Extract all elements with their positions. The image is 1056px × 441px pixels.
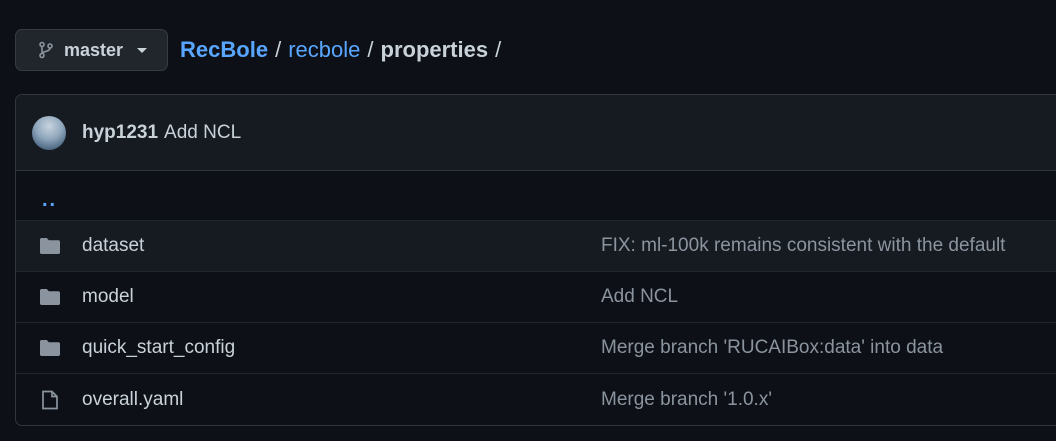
file-name-link[interactable]: quick_start_config [82,337,235,359]
git-branch-icon [38,41,54,59]
parent-directory-link[interactable]: .. [42,189,57,212]
folder-icon [38,234,62,258]
folder-icon [38,285,62,309]
table-row[interactable]: quick_start_config Merge branch 'RUCAIBo… [16,323,1056,374]
breadcrumb-separator: / [495,37,502,62]
chevron-down-icon [137,47,148,53]
file-name-link[interactable]: dataset [82,235,144,257]
commit-message-link[interactable]: Add NCL [164,122,241,144]
table-row[interactable]: model Add NCL [16,272,1056,323]
table-row[interactable]: dataset FIX: ml-100k remains consistent … [16,221,1056,272]
file-name-link[interactable]: overall.yaml [82,389,183,411]
commit-message-link[interactable]: Add NCL [601,286,678,308]
breadcrumb-separator: / [367,37,374,62]
breadcrumb-repo-link[interactable]: RecBole [180,37,268,63]
branch-selector-button[interactable]: master [15,29,169,71]
breadcrumb-folder-link[interactable]: recbole [288,37,360,63]
breadcrumb-current: properties [380,37,489,62]
breadcrumb: RecBole / recbole / properties / [180,37,508,63]
toolbar: master RecBole / recbole / properties / [15,28,508,72]
table-row[interactable]: overall.yaml Merge branch '1.0.x' [16,374,1056,425]
commit-author-link[interactable]: hyp1231 [82,122,158,144]
latest-commit-bar: hyp1231 Add NCL [16,95,1056,171]
file-browser: hyp1231 Add NCL .. dataset FIX: ml-100k … [15,94,1056,426]
commit-message-link[interactable]: FIX: ml-100k remains consistent with the… [601,235,1005,257]
file-icon [38,388,62,412]
branch-name: master [64,39,124,60]
file-name-link[interactable]: model [82,286,134,308]
avatar[interactable] [32,115,66,150]
parent-directory-row: .. [16,171,1056,221]
commit-message-link[interactable]: Merge branch 'RUCAIBox:data' into data [601,337,943,359]
breadcrumb-separator: / [275,37,282,62]
folder-icon [38,336,62,360]
commit-message-link[interactable]: Merge branch '1.0.x' [601,389,772,411]
